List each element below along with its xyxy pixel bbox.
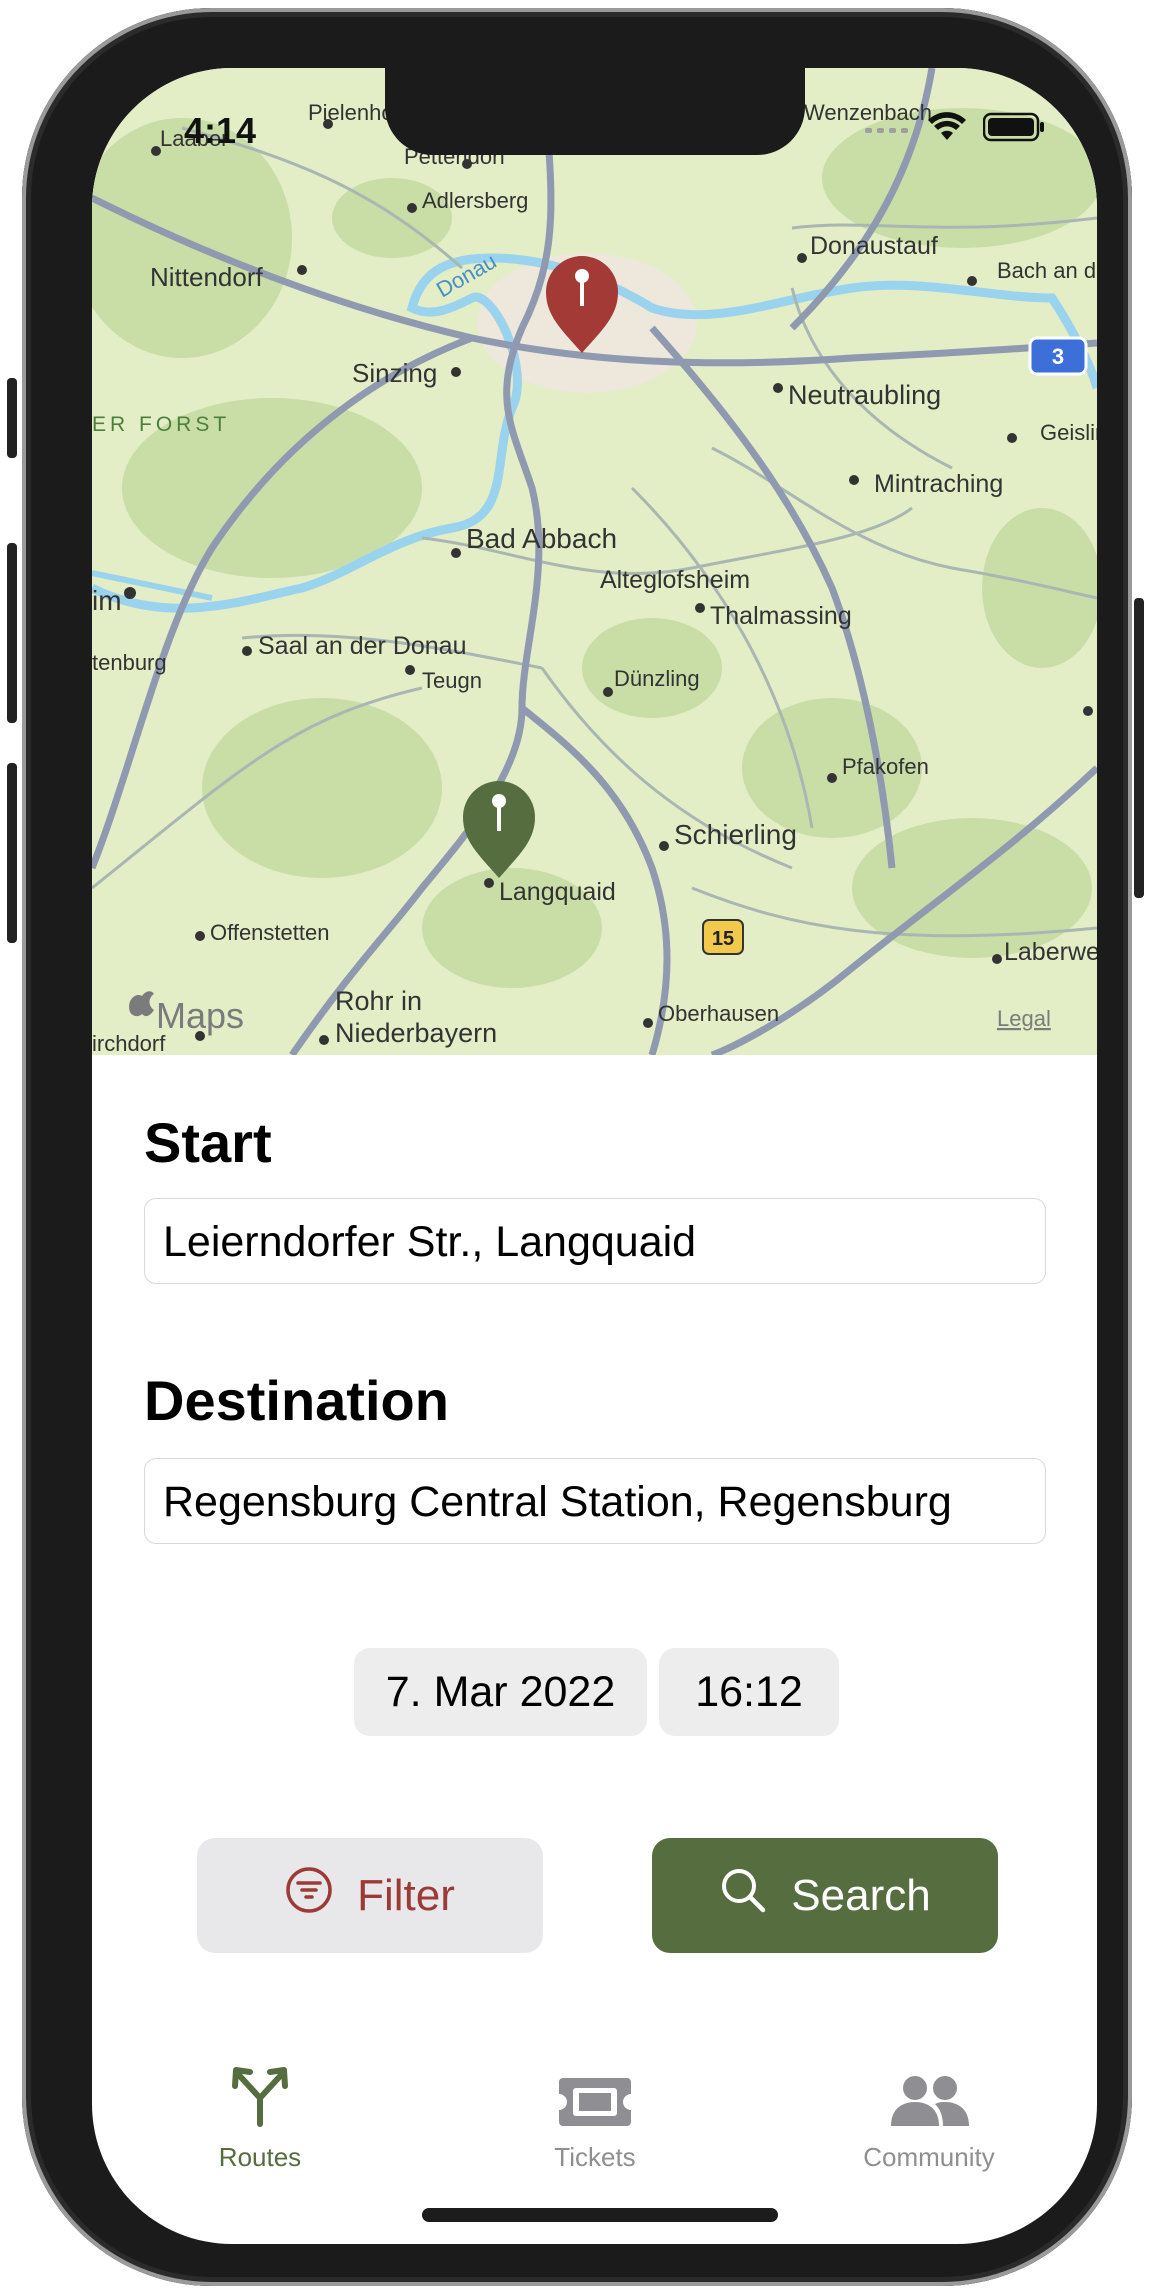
cellular-signal-icon [865,120,911,139]
map-label-alteglofsheim: Alteglofsheim [600,566,750,594]
map-label-donaustauf: Donaustauf [810,232,938,260]
map-label-tenburg: tenburg [92,650,167,675]
start-label: Start [144,1111,272,1174]
map-label-langquaid: Langquaid [499,878,616,906]
status-time: 4:14 [184,110,257,151]
filter-icon [285,1866,333,1925]
mute-switch [7,378,17,458]
status-icons [865,112,1045,147]
map-label-sinzing: Sinzing [352,358,437,388]
volume-up-button [7,543,17,723]
map-label-thalmassing: Thalmassing [710,602,852,630]
device-notch [385,68,805,155]
map-label-im: im [92,585,122,616]
map-label-saal: Saal an der Donau [258,632,466,660]
routes-icon [135,2048,385,2128]
map-label-mintraching: Mintraching [874,470,1003,498]
map-label-duenzling: Dünzling [614,666,700,691]
community-icon [804,2048,1054,2128]
time-picker[interactable]: 16:12 [659,1648,839,1736]
app-screen: Laaber Pielenhofen Pettendorf Adlersberg… [92,68,1097,2244]
svg-text:3: 3 [1052,344,1064,369]
tab-tickets[interactable]: Tickets [470,2048,720,2173]
phone-frame: Laaber Pielenhofen Pettendorf Adlersberg… [7,8,1144,2286]
map-label-oberhausen: Oberhausen [658,1001,779,1026]
road-shield-15: 15 [702,919,744,955]
tab-community[interactable]: Community [804,2048,1054,2173]
filter-button[interactable]: Filter [197,1838,543,1953]
map-label-geisling: Geisling [1040,420,1097,445]
volume-down-button [7,763,17,943]
tab-routes[interactable]: Routes [135,2048,385,2173]
route-map[interactable]: Laaber Pielenhofen Pettendorf Adlersberg… [92,68,1097,1055]
ticket-icon [470,2048,720,2128]
map-label-pfakofen: Pfakofen [842,754,929,779]
search-icon [719,1866,767,1925]
map-label-offenstetten: Offenstetten [210,920,329,945]
start-input[interactable]: Leierndorfer Str., Langquaid [144,1198,1046,1284]
svg-text:15: 15 [712,928,734,950]
power-button [1134,598,1144,898]
map-label-schierling: Schierling [674,819,797,850]
map-label-bad-abbach: Bad Abbach [466,523,617,554]
filter-button-label: Filter [357,1870,455,1920]
battery-icon [982,112,1045,147]
home-indicator[interactable] [422,2208,778,2222]
map-label-niederbayern: Niederbayern [335,1018,497,1048]
search-button-label: Search [791,1870,931,1920]
road-shield-3: 3 [1028,336,1088,376]
date-picker[interactable]: 7. Mar 2022 [354,1648,647,1736]
wifi-icon [927,112,967,147]
tab-routes-label: Routes [218,2142,302,2172]
map-label-teugn: Teugn [422,668,482,693]
tab-tickets-label: Tickets [554,2142,636,2172]
search-button[interactable]: Search [652,1838,998,1953]
map-legal-link[interactable]: Legal [997,1006,1051,1031]
tab-bar: Routes Tickets Community [92,2048,1097,2208]
svg-text:Maps: Maps [156,995,244,1036]
map-label-neutraubling: Neutraubling [788,380,941,410]
map-label-adlersberg: Adlersberg [422,188,528,213]
destination-input[interactable]: Regensburg Central Station, Regensburg [144,1458,1046,1544]
map-label-laberweinting: Laberweinting [1004,938,1097,966]
destination-label: Destination [144,1369,449,1432]
map-label-rohr: Rohr in [335,986,422,1016]
map-label-forst: ER FORST [92,413,230,436]
map-label-nittendorf: Nittendorf [150,262,263,292]
map-label-bach: Bach an der Donau [997,258,1097,283]
tab-community-label: Community [863,2142,995,2172]
